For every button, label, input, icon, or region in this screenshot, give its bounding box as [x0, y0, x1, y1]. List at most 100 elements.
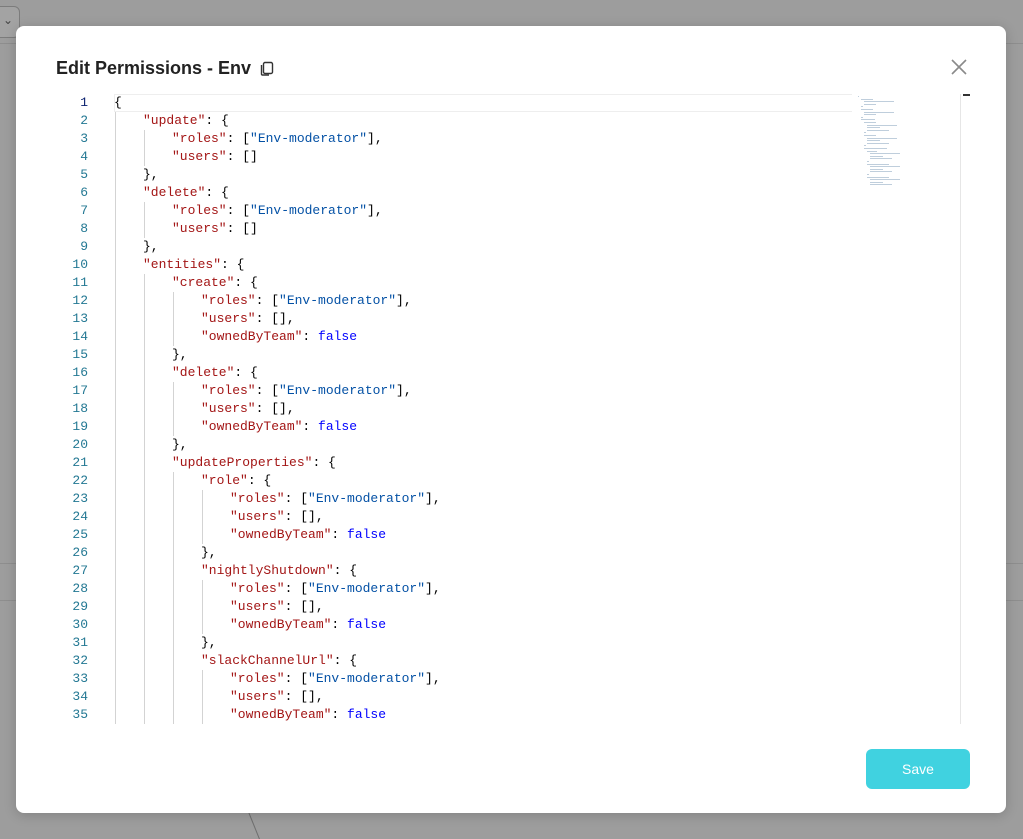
- code-line: "users": [],: [230, 598, 324, 616]
- minimap-line: [861, 98, 874, 100]
- save-button[interactable]: Save: [866, 749, 970, 789]
- json-punctuation: : [],: [255, 311, 295, 326]
- line-number: 23: [72, 491, 88, 506]
- minimap-line: [864, 122, 877, 123]
- minimap-line: [870, 155, 884, 157]
- indent-guide: [144, 544, 145, 562]
- json-punctuation: : {: [205, 185, 229, 200]
- indent-guide: [202, 580, 203, 598]
- json-key: "slackChannelUrl": [201, 653, 334, 668]
- vertical-scrollbar[interactable]: [960, 94, 970, 724]
- json-punctuation: : {: [221, 257, 245, 272]
- json-punctuation: : [],: [255, 401, 295, 416]
- json-string: "Env-moderator": [308, 491, 426, 506]
- json-punctuation: ],: [396, 383, 412, 398]
- indent-guide: [144, 400, 145, 418]
- indent-guide: [144, 598, 145, 616]
- json-key: "users": [201, 401, 256, 416]
- indent-guide: [144, 436, 145, 454]
- json-punctuation: : {: [333, 653, 358, 668]
- code-line: "users": [],: [201, 310, 295, 328]
- code-line: },: [143, 166, 159, 184]
- json-boolean: false: [347, 617, 387, 632]
- json-key: "roles": [201, 293, 256, 308]
- line-number: 33: [72, 671, 88, 686]
- indent-guide: [115, 670, 116, 688]
- indent-guide: [144, 382, 145, 400]
- indent-guide: [115, 418, 116, 436]
- json-key: "nightlyShutdown": [201, 563, 334, 578]
- indent-guide: [115, 292, 116, 310]
- line-number: 12: [72, 293, 88, 308]
- indent-guide: [173, 706, 174, 724]
- json-punctuation: : {: [312, 455, 336, 470]
- indent-guide: [144, 148, 145, 166]
- code-line: "roles": ["Env-moderator"],: [201, 292, 412, 310]
- code-line: "update": {: [143, 112, 229, 130]
- json-key: "roles": [172, 131, 227, 146]
- json-punctuation: : [],: [284, 509, 324, 524]
- indent-guide: [115, 652, 116, 670]
- json-punctuation: : [],: [284, 599, 324, 614]
- close-button[interactable]: [949, 57, 969, 77]
- minimap-line: [867, 124, 897, 126]
- indent-guide: [173, 544, 174, 562]
- minimap-line: [861, 116, 864, 118]
- json-key: "users": [230, 599, 285, 614]
- copy-icon[interactable]: [259, 60, 275, 76]
- indent-guide: [115, 688, 116, 706]
- minimap-line: [864, 101, 894, 103]
- indent-guide: [173, 616, 174, 634]
- json-key: "update": [143, 113, 206, 128]
- json-editor[interactable]: 1 2 3 4 5 6 7 8 9 10 11 12 13 14 15 16 17 18 19 20 21 22 23 24 2…: [56, 94, 970, 724]
- indent-guide: [173, 688, 174, 706]
- json-punctuation: },: [143, 167, 159, 182]
- scrollbar-cursor-marker: [963, 94, 970, 96]
- line-number: 2: [80, 113, 88, 128]
- line-number: 14: [72, 329, 88, 344]
- json-key: "role": [201, 473, 248, 488]
- minimap-line: [870, 184, 892, 186]
- json-punctuation: {: [114, 95, 122, 110]
- json-punctuation: : [: [255, 293, 280, 308]
- indent-guide: [173, 598, 174, 616]
- line-number: 28: [72, 581, 88, 596]
- minimap-line: [867, 163, 889, 165]
- indent-guide: [144, 670, 145, 688]
- minimap-line: [870, 166, 900, 168]
- indent-guide: [144, 418, 145, 436]
- indent-guide: [115, 202, 116, 220]
- line-number: 3: [80, 131, 88, 146]
- json-punctuation: },: [172, 437, 188, 452]
- code-line: "users": [],: [230, 508, 324, 526]
- minimap[interactable]: [852, 94, 960, 724]
- json-punctuation: : {: [234, 365, 258, 380]
- minimap-line: [870, 153, 900, 155]
- code-area[interactable]: {"update": {"roles": ["Env-moderator"], "…: [114, 94, 970, 724]
- code-line: },: [201, 544, 217, 562]
- indent-guide: [202, 616, 203, 634]
- json-key: "entities": [143, 257, 222, 272]
- line-number: 13: [72, 311, 88, 326]
- indent-guide: [202, 688, 203, 706]
- json-string: "Env-moderator": [308, 671, 426, 686]
- indent-guide: [115, 238, 116, 256]
- line-number: 5: [80, 167, 88, 182]
- indent-guide: [173, 508, 174, 526]
- modal-header: Edit Permissions - Env: [56, 56, 275, 80]
- edit-permissions-modal: Edit Permissions - Env 1 2 3 4 5 6 7 8 9 10 11 12 13…: [16, 26, 1006, 813]
- indent-guide: [173, 382, 174, 400]
- json-punctuation: : []: [226, 149, 258, 164]
- json-punctuation: : {: [247, 473, 272, 488]
- indent-guide: [115, 562, 116, 580]
- minimap-line: [864, 114, 877, 116]
- json-string: "Env-moderator": [250, 203, 368, 218]
- indent-guide: [173, 634, 174, 652]
- json-punctuation: :: [331, 617, 348, 632]
- indent-guide: [173, 292, 174, 310]
- indent-guide: [202, 670, 203, 688]
- minimap-line: [870, 179, 900, 181]
- indent-guide: [144, 292, 145, 310]
- code-line: "roles": ["Env-moderator"],: [230, 670, 441, 688]
- line-number-gutter: 1 2 3 4 5 6 7 8 9 10 11 12 13 14 15 16 17 18 19 20 21 22 23 24 2…: [56, 94, 106, 724]
